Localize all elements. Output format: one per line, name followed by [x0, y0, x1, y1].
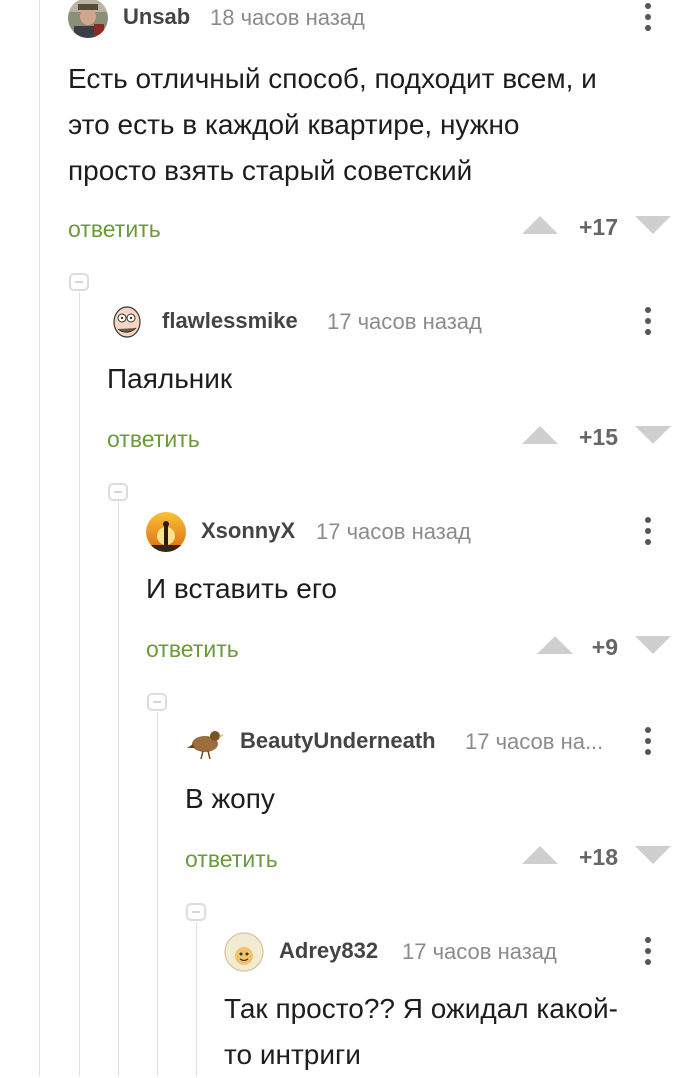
comment-timestamp: 18 часов назад	[210, 5, 365, 30]
comment-score: +18	[578, 844, 618, 870]
more-options-icon[interactable]	[636, 0, 660, 36]
thread-line	[196, 922, 197, 1076]
bird-avatar[interactable]	[185, 722, 225, 762]
downvote-arrow-icon[interactable]	[635, 422, 671, 450]
comment-text-line: то интриги	[224, 1039, 361, 1070]
comment-header: Unsab 18 часов назад	[68, 0, 700, 38]
comment-header: BeautyUnderneath 17 часов на...	[185, 722, 700, 762]
collapse-toggle[interactable]	[108, 483, 128, 501]
comment-footer: ответить +15	[0, 422, 700, 458]
user-photo-avatar[interactable]	[68, 0, 108, 38]
comment-text-line: это есть в каждой квартире, нужно	[68, 109, 520, 140]
reply-link[interactable]: ответить	[68, 216, 161, 243]
comment-timestamp: 17 часов назад	[402, 939, 557, 964]
comment-header: XsonnyX 17 часов назад	[146, 512, 700, 552]
reply-link[interactable]: ответить	[107, 426, 200, 453]
comment-footer: ответить +17	[0, 212, 700, 248]
cartoon-avatar[interactable]	[224, 932, 264, 972]
more-options-icon[interactable]	[636, 934, 660, 970]
comment-author[interactable]: flawlessmike	[162, 308, 298, 334]
thread-line	[157, 712, 158, 1076]
comment-score: +17	[578, 214, 618, 240]
more-options-icon[interactable]	[636, 514, 660, 550]
comment-text-line: И вставить его	[146, 573, 337, 604]
thread-line	[118, 502, 119, 1076]
collapse-toggle[interactable]	[186, 903, 206, 921]
comment-score: +15	[578, 424, 618, 450]
comment-timestamp: 17 часов назад	[327, 309, 482, 334]
comment-text-line: В жопу	[185, 783, 275, 814]
cartoon-face-avatar[interactable]	[107, 302, 147, 342]
downvote-arrow-icon[interactable]	[635, 632, 671, 660]
upvote-arrow-icon[interactable]	[522, 422, 558, 450]
comment-text-line: Так просто?? Я ожидал какой-	[224, 993, 618, 1024]
reply-link[interactable]: ответить	[185, 846, 278, 873]
comment-header: Adrey832 17 часов назад	[224, 932, 700, 972]
comment-text-line: Есть отличный способ, подходит всем, и	[68, 63, 597, 94]
thread-line	[79, 292, 80, 1076]
comment-footer: ответить +18	[0, 842, 700, 878]
comment-thread: Unsab 18 часов назад Есть отличный спосо…	[0, 0, 700, 1076]
collapse-toggle[interactable]	[69, 273, 89, 291]
comment-author[interactable]: Unsab	[123, 4, 190, 30]
comment-text-line: Паяльник	[107, 363, 233, 394]
comment-text-line: просто взять старый советский	[68, 155, 473, 186]
comment-author[interactable]: XsonnyX	[201, 518, 295, 544]
comment-footer: ответить +9	[0, 632, 700, 668]
comment-timestamp: 17 часов на...	[465, 729, 604, 754]
comment-text: Есть отличный способ, подходит всем, и э…	[68, 56, 678, 194]
comment-author[interactable]: Adrey832	[279, 938, 378, 964]
collapse-toggle[interactable]	[147, 693, 167, 711]
comment-text: Паяльник	[107, 356, 677, 402]
sunset-figure-avatar[interactable]	[146, 512, 186, 552]
upvote-arrow-icon[interactable]	[522, 842, 558, 870]
downvote-arrow-icon[interactable]	[635, 212, 671, 240]
comment-text: И вставить его	[146, 566, 676, 612]
comment-author[interactable]: BeautyUnderneath	[240, 728, 436, 754]
comment-header: flawlessmike 17 часов назад	[107, 302, 700, 342]
comment-text: Так просто?? Я ожидал какой- то интриги	[224, 986, 674, 1078]
upvote-arrow-icon[interactable]	[522, 212, 558, 240]
downvote-arrow-icon[interactable]	[635, 842, 671, 870]
more-options-icon[interactable]	[636, 304, 660, 340]
comment-timestamp: 17 часов назад	[316, 519, 471, 544]
more-options-icon[interactable]	[636, 724, 660, 760]
comment-score: +9	[591, 634, 618, 660]
thread-line	[39, 0, 40, 1076]
reply-link[interactable]: ответить	[146, 636, 239, 663]
comment-text: В жопу	[185, 776, 675, 822]
